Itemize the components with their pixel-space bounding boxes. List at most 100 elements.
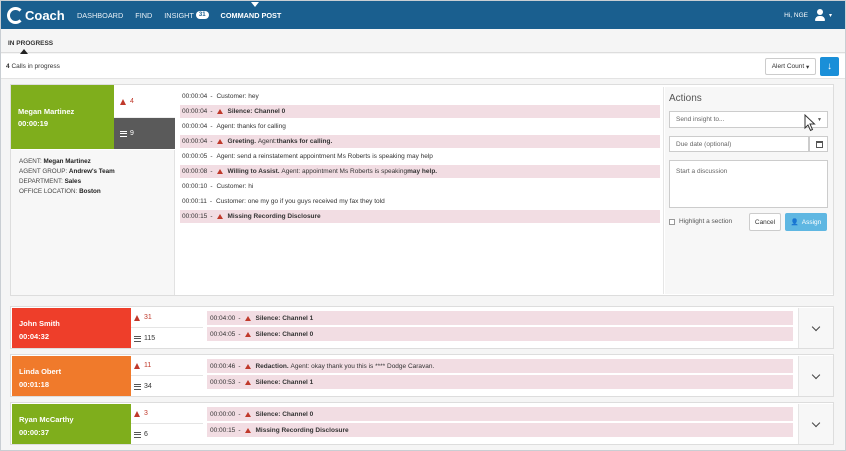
nav-dashboard[interactable]: DASHBOARD bbox=[77, 11, 123, 20]
separator: - bbox=[210, 213, 213, 220]
list-icon bbox=[120, 130, 127, 137]
alert-label: Silence: Channel 0 bbox=[227, 108, 286, 115]
call-row[interactable]: Linda Obert 00:01:18 11 34 00:00:46- Redactio… bbox=[10, 354, 834, 397]
cancel-button[interactable]: Cancel bbox=[749, 213, 781, 231]
highlight-checkbox[interactable] bbox=[669, 218, 675, 225]
transcript-alert-line[interactable]: 00:00:04- Greeting. Agent: thanks for cal… bbox=[180, 135, 660, 148]
transcript-line[interactable]: 00:00:11- Customer: one my go if you guys… bbox=[180, 195, 660, 208]
alert-label: Willing to Assist. bbox=[227, 168, 280, 175]
transcript-alert-line[interactable]: 00:04:00- Silence: Channel 1 bbox=[207, 311, 793, 325]
separator: - bbox=[238, 314, 241, 322]
discussion-textarea[interactable]: Start a discussion bbox=[669, 160, 828, 208]
logo-text: Coach bbox=[25, 7, 65, 23]
alert-label: Redaction. bbox=[255, 362, 289, 370]
agent-info-line: AGENT: Megan Martinez bbox=[19, 158, 91, 165]
timestamp: 00:00:00 bbox=[210, 410, 236, 418]
alert-count: 31 bbox=[134, 314, 152, 321]
transcript-line[interactable]: 00:00:05- Agent: send a reinstatement app… bbox=[180, 150, 660, 163]
user-greeting: Hi, NGE bbox=[784, 11, 808, 19]
expand-button[interactable] bbox=[798, 404, 833, 444]
alert-count-value: 4 bbox=[130, 98, 134, 105]
separator: - bbox=[238, 330, 241, 338]
expand-button[interactable] bbox=[798, 308, 833, 348]
line-count-value: 9 bbox=[130, 130, 134, 137]
user-menu[interactable]: Hi, NGE ▾ bbox=[784, 1, 832, 29]
timestamp: 00:00:08 bbox=[182, 168, 208, 175]
tab-in-progress[interactable]: IN PROGRESS bbox=[8, 40, 53, 47]
nav-command-post[interactable]: COMMAND POST bbox=[220, 1, 282, 20]
assign-button[interactable]: 👤 Assign bbox=[785, 213, 827, 231]
line-text: Agent: okay thank you this is **** Dodge… bbox=[290, 362, 435, 370]
app-window: Coach DASHBOARD FIND INSIGHT 31 COMMAND P… bbox=[0, 0, 846, 451]
sub-tabs: IN PROGRESS bbox=[1, 29, 845, 54]
assign-user-icon: 👤 bbox=[790, 219, 799, 226]
transcript-line[interactable]: 00:00:04- Customer: hey bbox=[180, 90, 660, 103]
chevron-down-icon bbox=[811, 322, 821, 331]
alert-count-value: 11 bbox=[144, 362, 152, 369]
calendar-icon bbox=[816, 141, 823, 148]
alert-label: Silence: Channel 1 bbox=[255, 378, 314, 386]
download-button[interactable]: ↓ bbox=[820, 57, 839, 76]
transcript-alert-line[interactable]: 00:00:53- Silence: Channel 1 bbox=[207, 375, 793, 389]
line-text: Agent: bbox=[257, 138, 277, 145]
alert-count-cell: 4 bbox=[114, 85, 175, 118]
transcript-alert-line[interactable]: 00:00:04- Silence: Channel 0 bbox=[180, 105, 660, 118]
alert-count-sort-button[interactable]: Alert Count ▾ bbox=[765, 58, 816, 75]
transcript-alert-line[interactable]: 00:00:15- Missing Recording Disclosure bbox=[207, 423, 793, 437]
caret-down-icon: ▼ bbox=[817, 116, 822, 123]
agent-header[interactable]: Ryan McCarthy 00:00:37 bbox=[12, 404, 131, 444]
transcript-alert-line[interactable]: 00:00:15- Missing Recording Disclosure bbox=[180, 210, 660, 223]
nav-insight[interactable]: INSIGHT 31 bbox=[164, 10, 209, 20]
timestamp: 00:00:11 bbox=[182, 198, 207, 205]
calendar-button[interactable] bbox=[809, 136, 828, 152]
list-icon bbox=[134, 335, 141, 342]
transcript-alert-line[interactable]: 00:04:05- Silence: Channel 0 bbox=[207, 327, 793, 341]
nav-find[interactable]: FIND bbox=[135, 11, 152, 20]
discussion-placeholder: Start a discussion bbox=[676, 168, 728, 175]
alert-label: Silence: Channel 0 bbox=[255, 330, 314, 338]
line-text: Customer: hey bbox=[216, 93, 259, 100]
assign-label: Assign bbox=[801, 218, 822, 226]
timestamp: 00:00:15 bbox=[182, 213, 208, 220]
agent-header[interactable]: Linda Obert 00:01:18 bbox=[12, 356, 131, 396]
chevron-down-icon bbox=[811, 370, 821, 379]
agent-name: Ryan McCarthy bbox=[19, 415, 74, 424]
agent-info-line: DEPARTMENT: Sales bbox=[19, 178, 82, 185]
call-row[interactable]: Ryan McCarthy 00:00:37 3 6 00:00:00- Silence:… bbox=[10, 402, 834, 445]
calls-label: Calls in progress bbox=[11, 63, 60, 70]
highlight-section-option[interactable]: Highlight a section bbox=[669, 218, 732, 225]
nav-label: COMMAND POST bbox=[220, 10, 282, 20]
nav-label: INSIGHT bbox=[164, 10, 194, 20]
highlight-label: Highlight a section bbox=[679, 218, 733, 225]
transcript: 00:00:04- Customer: hey 00:00:04- Silence: … bbox=[176, 87, 664, 294]
warning-icon bbox=[245, 315, 252, 321]
transcript-line[interactable]: 00:00:10- Customer: hi bbox=[180, 180, 660, 193]
transcript-alert-line[interactable]: 00:00:46- Redaction. Agent: okay thank yo… bbox=[207, 359, 793, 373]
transcript-alert-line[interactable]: 00:00:00- Silence: Channel 0 bbox=[207, 407, 793, 421]
line-count: 34 bbox=[134, 383, 152, 390]
agent-header[interactable]: John Smith 00:04:32 bbox=[12, 308, 131, 348]
timestamp: 00:00:46 bbox=[210, 362, 236, 370]
agent-header[interactable]: Megan Martinez 00:00:19 bbox=[11, 85, 114, 149]
transcript-line[interactable]: 00:00:04- Agent: thanks for calling bbox=[180, 120, 660, 133]
line-count-value: 115 bbox=[144, 335, 156, 342]
alert-count-cell: 31 bbox=[131, 308, 203, 328]
agent-info-line: OFFICE LOCATION: Boston bbox=[19, 188, 101, 195]
transcript-alert-line[interactable]: 00:00:08- Willing to Assist. Agent: appoi… bbox=[180, 165, 660, 178]
calls-in-progress: 4 Calls in progress bbox=[6, 63, 60, 70]
due-date-field[interactable]: Due date (optional) bbox=[669, 136, 809, 152]
separator: - bbox=[210, 183, 213, 190]
alert-count-cell: 11 bbox=[131, 356, 203, 376]
warning-icon bbox=[245, 363, 252, 369]
timestamp: 00:00:10 bbox=[182, 183, 208, 190]
agent-name: Megan Martinez bbox=[18, 107, 75, 116]
coach-logo[interactable]: Coach bbox=[7, 6, 65, 24]
chevron-down-icon bbox=[811, 418, 821, 427]
expand-button[interactable] bbox=[798, 356, 833, 396]
timestamp: 00:00:15 bbox=[210, 426, 236, 434]
warning-icon bbox=[134, 314, 140, 321]
top-nav: Coach DASHBOARD FIND INSIGHT 31 COMMAND P… bbox=[1, 1, 845, 29]
call-row[interactable]: John Smith 00:04:32 31 115 00:04:00- Silence:… bbox=[10, 306, 834, 349]
calls-count: 4 bbox=[6, 63, 10, 70]
alert-label: Silence: Channel 1 bbox=[255, 314, 314, 322]
